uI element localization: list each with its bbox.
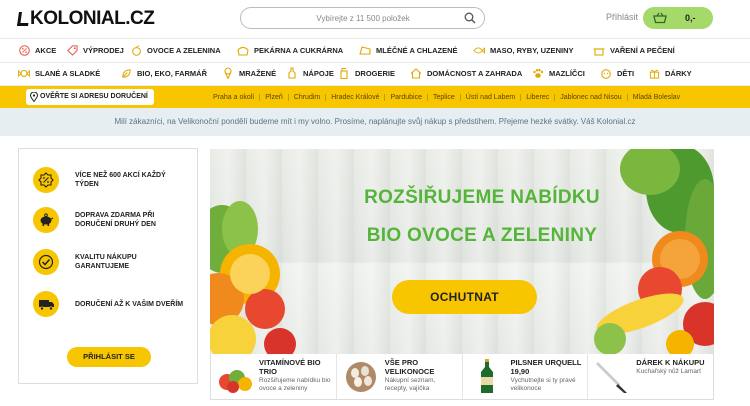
fish-icon: [473, 45, 485, 57]
cart-button[interactable]: 0,-: [643, 7, 713, 29]
baby-icon: [600, 67, 612, 79]
promo-tile[interactable]: VŠE PRO VELIKONOCE Nákupní seznam, recep…: [335, 354, 462, 399]
promo-description: Kuchařský nůž Lamart: [636, 368, 701, 375]
piggy-bank-icon: [33, 207, 59, 233]
leaf-icon: [120, 67, 132, 79]
gift-icon: [648, 67, 660, 79]
category-ovoce-a-zelenina[interactable]: OVOCE A ZELENINA: [130, 45, 237, 57]
benefit-item: Doručení až k vašim dveřím: [33, 291, 185, 317]
promo-thumbnail-knife: [596, 362, 628, 393]
category-darky[interactable]: DÁRKY: [648, 67, 692, 79]
city-link[interactable]: Plzeň: [259, 93, 288, 101]
cheese-icon: [359, 45, 371, 57]
promo-thumbnail-eggs: [345, 362, 376, 392]
banner-produce-illustration: [210, 149, 714, 354]
category-mrazene[interactable]: MRAŽENÉ: [222, 67, 286, 79]
holiday-notice: Milí zákazníci, na Velikonoční pondělí b…: [0, 108, 750, 136]
basket-icon: [653, 12, 667, 24]
promo-description: Nákupní seznam, recepty, vajíčka: [384, 377, 436, 392]
category-napoje[interactable]: NÁPOJE: [286, 67, 338, 79]
category-mlecne[interactable]: MLÉČNÉ A CHLAZENÉ: [359, 45, 473, 57]
bottle-icon: [286, 67, 298, 79]
city-link[interactable]: Hradec Králové: [325, 93, 384, 101]
category-domacnost[interactable]: DOMÁCNOST A ZAHRADA: [410, 67, 532, 79]
category-maso[interactable]: MASO, RYBY, UZENINY: [473, 45, 593, 57]
truck-icon: [33, 291, 59, 317]
search-icon[interactable]: [464, 12, 476, 24]
city-link[interactable]: Pardubice: [384, 93, 427, 101]
category-bio[interactable]: BIO, EKO, FARMÁŘ: [120, 67, 222, 79]
verify-address-button[interactable]: OVĚŘTE SI ADRESU DORUČENÍ: [26, 89, 154, 105]
bread-icon: [237, 45, 249, 57]
category-nav-row-1: AKCE VÝPRODEJ OVOCE A ZELENINA PEKÁRNA A…: [0, 38, 750, 63]
category-pekarna[interactable]: PEKÁRNA A CUKRÁRNA: [237, 45, 359, 57]
search-input[interactable]: [263, 8, 463, 29]
cart-total: 0,-: [685, 13, 696, 23]
pot-icon: [593, 45, 605, 57]
promo-tile[interactable]: PILSNER URQUELL 19,90 Vychutnejte si ty …: [461, 354, 588, 399]
category-vyprodej[interactable]: VÝPRODEJ: [66, 45, 130, 57]
promo-tile[interactable]: VITAMÍNOVÉ BIO TRIO Rozšiřujeme nabídku …: [211, 354, 336, 399]
banner-title-line-1: ROZŠIŘUJEME NABÍDKU: [364, 187, 600, 208]
city-link[interactable]: Ústí nad Labem: [459, 93, 520, 101]
promo-title: DÁREK K NÁKUPU: [636, 358, 705, 367]
candy-icon: [18, 67, 30, 79]
promo-description: Rozšiřujeme nabídku bio ovoce a zeleniny: [259, 377, 331, 392]
category-nav-row-2: SLANÉ A SLADKÉ BIO, EKO, FARMÁŘ MRAŽENÉ …: [0, 61, 750, 86]
location-pin-icon: [30, 92, 38, 102]
promo-title: VŠE PRO VELIKONOCE: [384, 358, 435, 376]
house-icon: [410, 67, 422, 79]
promo-title: PILSNER URQUELL 19,90: [510, 358, 582, 376]
banner-cta-button[interactable]: OCHUTNAT: [392, 280, 537, 314]
header: KOLONIAL.CZ Přihlásit 0,-: [0, 0, 750, 38]
search-box[interactable]: [240, 7, 485, 29]
login-link[interactable]: Přihlásit: [606, 12, 638, 22]
icecream-icon: [222, 67, 234, 79]
logo-mark: [17, 12, 30, 26]
percent-icon: [18, 45, 30, 57]
banner-title-line-2: BIO OVOCE A ZELENINY: [366, 225, 598, 246]
promo-thumbnail-beer: [480, 359, 493, 393]
category-akce[interactable]: AKCE: [18, 45, 66, 57]
category-deti[interactable]: DĚTI: [600, 67, 648, 79]
delivery-city-list: Praha a okolí Plzeň Chrudim Hradec Králo…: [208, 86, 685, 108]
category-slane-a-sladke[interactable]: SLANÉ A SLADKÉ: [18, 67, 120, 79]
benefits-panel: Více než 600 akcí každý týden Doprava zd…: [18, 148, 198, 384]
checkmark-icon: [33, 249, 59, 275]
category-drogerie[interactable]: DROGERIE: [338, 67, 410, 79]
login-button[interactable]: PŘIHLÁSIT SE: [67, 347, 151, 367]
benefit-item: Doprava zdarma při doručení druhý den: [33, 207, 185, 233]
tag-icon: [66, 45, 78, 57]
category-vareni[interactable]: VAŘENÍ A PEČENÍ: [593, 45, 675, 57]
apple-icon: [130, 45, 142, 57]
delivery-bar: OVĚŘTE SI ADRESU DORUČENÍ Praha a okolí …: [0, 86, 750, 108]
city-link[interactable]: Teplice: [427, 93, 460, 101]
benefit-item: Kvalitu nákupu garantujeme: [33, 249, 185, 275]
benefit-item: Více než 600 akcí každý týden: [33, 167, 185, 193]
category-mazlicci[interactable]: MAZLÍČCI: [532, 67, 600, 79]
promo-title: VITAMÍNOVÉ BIO TRIO: [259, 358, 321, 376]
hero-banner[interactable]: ROZŠIŘUJEME NABÍDKU BIO OVOCE A ZELENINY…: [210, 149, 714, 354]
city-link[interactable]: Liberec: [520, 93, 554, 101]
promo-description: Vychutnejte si ty pravé velikonoce: [510, 377, 576, 392]
promo-thumbnail-vegetables: [219, 370, 252, 393]
promo-strip: VITAMÍNOVÉ BIO TRIO Rozšiřujeme nabídku …: [210, 354, 714, 400]
city-link[interactable]: Chrudim: [287, 93, 325, 101]
spray-icon: [338, 67, 350, 79]
promo-tile[interactable]: DÁREK K NÁKUPU Kuchařský nůž Lamart: [587, 354, 713, 399]
city-link[interactable]: Jablonec nad Nisou: [554, 93, 627, 101]
paw-icon: [532, 67, 544, 79]
logo[interactable]: KOLONIAL.CZ: [17, 8, 155, 30]
percent-badge-icon: [33, 167, 59, 193]
city-link[interactable]: Praha a okolí: [208, 94, 259, 101]
city-link[interactable]: Mladá Boleslav: [626, 93, 685, 101]
